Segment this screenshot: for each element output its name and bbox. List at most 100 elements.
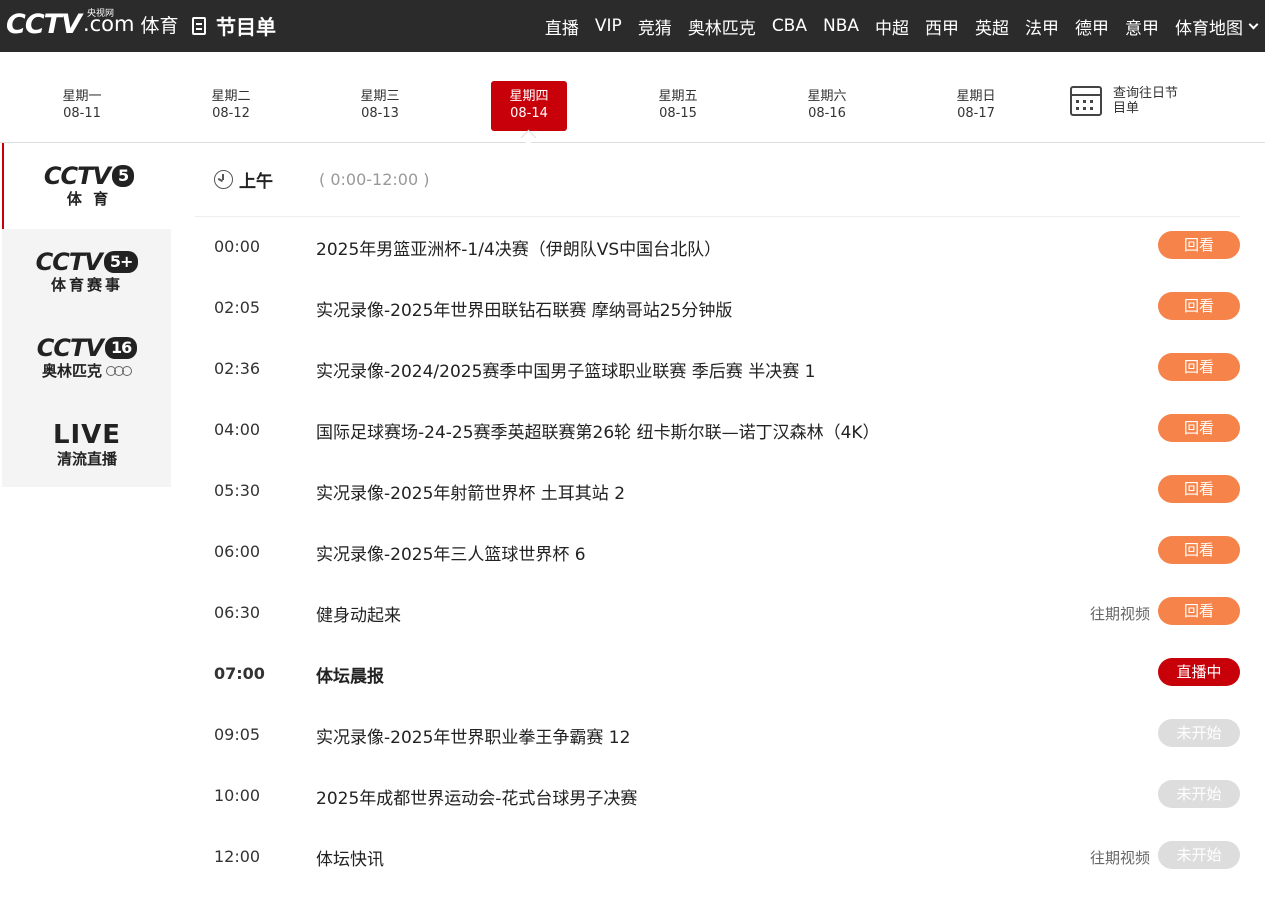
- schedule-label: 节目单: [216, 15, 276, 39]
- replay-button[interactable]: 回看: [1158, 231, 1240, 259]
- clock-icon: [214, 170, 233, 189]
- nav-item[interactable]: 法甲: [1025, 14, 1059, 39]
- nav-item[interactable]: NBA: [823, 16, 859, 36]
- channel-number: 16: [104, 337, 138, 359]
- past-videos-link[interactable]: 往期视频: [1090, 847, 1150, 868]
- program-title: 体坛快讯: [316, 850, 384, 870]
- not-started-badge: 未开始: [1158, 719, 1240, 747]
- program-time: 02:36: [214, 359, 261, 378]
- nav-item[interactable]: 竞猜: [638, 14, 672, 39]
- olympic-rings-icon: [106, 365, 132, 378]
- nav-item[interactable]: CBA: [772, 16, 807, 36]
- live-logo: LIVE 清流直播: [36, 421, 138, 471]
- program-list: 上午 ( 0:00-12:00 ) 00:00 2025年男篮亚洲杯-1/4决赛…: [195, 143, 1240, 888]
- nav-item[interactable]: 西甲: [925, 14, 959, 39]
- history-label: 查询往日节目单: [1113, 86, 1179, 116]
- logo-subtitle: 体育: [140, 14, 179, 37]
- history-schedule-link[interactable]: 查询往日节目单: [1070, 86, 1181, 116]
- program-title: 2025年成都世界运动会-花式台球男子决赛: [316, 789, 638, 809]
- date-tab[interactable]: 星期五 08-15: [640, 81, 716, 131]
- program-row-live: 07:00 体坛晨报 直播中: [195, 644, 1240, 705]
- program-time: 04:00: [214, 420, 261, 439]
- program-row: 06:00 实况录像-2025年三人篮球世界杯 6 回看: [195, 522, 1240, 583]
- program-time: 12:00: [214, 847, 261, 866]
- program-row: 09:05 实况录像-2025年世界职业拳王争霸赛 12 未开始: [195, 705, 1240, 766]
- date-value: 08-16: [808, 106, 846, 121]
- channel-brand: CCTV: [35, 248, 103, 276]
- date-weekday: 星期四: [509, 89, 549, 104]
- past-videos-link[interactable]: 往期视频: [1090, 603, 1150, 624]
- replay-button[interactable]: 回看: [1158, 475, 1240, 503]
- date-weekday: 星期一: [62, 89, 102, 104]
- main-nav: 直播 VIP 竞猜 奥林匹克 CBA NBA 中超 西甲 英超 法甲 德甲 意甲…: [537, 0, 1265, 52]
- program-row: 06:30 健身动起来 往期视频 回看: [195, 583, 1240, 644]
- channel-cctv16[interactable]: CCTV 16 奥林匹克: [2, 315, 171, 401]
- program-row: 05:30 实况录像-2025年射箭世界杯 土耳其站 2 回看: [195, 461, 1240, 522]
- program-title[interactable]: 体坛晨报: [316, 662, 384, 687]
- top-bar: CCTV .com 央视网 体育 节目单 直播 VIP 竞猜 奥林匹克 CBA …: [0, 0, 1265, 52]
- nav-item[interactable]: 中超: [875, 14, 909, 39]
- date-tab[interactable]: 星期一 08-11: [44, 81, 120, 131]
- date-value: 08-15: [659, 106, 697, 121]
- live-now-button[interactable]: 直播中: [1158, 658, 1240, 686]
- date-tab[interactable]: 星期六 08-16: [789, 81, 865, 131]
- calendar-icon: [1070, 86, 1102, 116]
- program-time: 10:00: [214, 786, 261, 805]
- channel-live[interactable]: LIVE 清流直播: [2, 401, 171, 487]
- channel-subtitle: 体 育: [66, 190, 112, 208]
- channel-sidebar: CCTV 5 体 育 CCTV 5+ 体育赛事 CCTV 16 奥林匹克 LIVE 清…: [2, 143, 171, 487]
- program-title[interactable]: 实况录像-2025年世界田联钻石联赛 摩纳哥站25分钟版: [316, 296, 732, 321]
- program-time: 07:00: [214, 664, 265, 683]
- program-title[interactable]: 健身动起来: [316, 601, 401, 626]
- program-time: 05:30: [214, 481, 261, 500]
- date-tab-active[interactable]: 星期四 08-14: [491, 81, 567, 131]
- document-icon: [192, 16, 206, 35]
- replay-button[interactable]: 回看: [1158, 597, 1240, 625]
- replay-button[interactable]: 回看: [1158, 353, 1240, 381]
- date-weekday: 星期五: [658, 89, 698, 104]
- cctv5-logo: CCTV 5 体 育: [38, 163, 140, 213]
- program-title[interactable]: 实况录像-2025年射箭世界杯 土耳其站 2: [316, 479, 625, 504]
- channel-cctv5[interactable]: CCTV 5 体 育: [2, 143, 171, 229]
- channel-cctv5-plus[interactable]: CCTV 5+ 体育赛事: [2, 229, 171, 315]
- nav-sports-map[interactable]: 体育地图: [1175, 14, 1259, 39]
- nav-item[interactable]: 意甲: [1125, 14, 1159, 39]
- cctv5-plus-logo: CCTV 5+ 体育赛事: [35, 248, 139, 299]
- date-weekday: 星期六: [807, 89, 847, 104]
- program-title[interactable]: 实况录像-2024/2025赛季中国男子篮球职业联赛 季后赛 半决赛 1: [316, 357, 815, 382]
- program-time: 06:00: [214, 542, 261, 561]
- nav-item[interactable]: 英超: [975, 14, 1009, 39]
- replay-button[interactable]: 回看: [1158, 414, 1240, 442]
- nav-item[interactable]: 直播: [545, 14, 579, 39]
- program-time: 02:05: [214, 298, 261, 317]
- period-label: 上午: [239, 172, 273, 192]
- period-range: ( 0:00-12:00 ): [319, 170, 430, 189]
- program-row: 00:00 2025年男篮亚洲杯-1/4决赛（伊朗队VS中国台北队） 回看: [195, 217, 1240, 278]
- date-weekday: 星期三: [360, 89, 400, 104]
- nav-item[interactable]: 德甲: [1075, 14, 1109, 39]
- channel-subtitle: 奥林匹克: [41, 362, 102, 380]
- program-title: 实况录像-2025年世界职业拳王争霸赛 12: [316, 728, 631, 748]
- program-row: 02:05 实况录像-2025年世界田联钻石联赛 摩纳哥站25分钟版 回看: [195, 278, 1240, 339]
- program-row: 02:36 实况录像-2024/2025赛季中国男子篮球职业联赛 季后赛 半决赛…: [195, 339, 1240, 400]
- nav-item[interactable]: 奥林匹克: [688, 14, 756, 39]
- date-tab[interactable]: 星期三 08-13: [342, 81, 418, 131]
- date-value: 08-12: [212, 106, 250, 121]
- nav-item[interactable]: VIP: [595, 16, 622, 36]
- program-title[interactable]: 国际足球赛场-24-25赛季英超联赛第26轮 纽卡斯尔联—诺丁汉森林（4K）: [316, 418, 880, 443]
- schedule-link[interactable]: 节目单: [192, 11, 276, 40]
- logo-small-text: 央视网: [87, 9, 115, 19]
- program-title[interactable]: 实况录像-2025年三人篮球世界杯 6: [316, 540, 586, 565]
- date-selector: 星期一 08-11 星期二 08-12 星期三 08-13 星期四 08-14 …: [0, 52, 1265, 143]
- program-row: 04:00 国际足球赛场-24-25赛季英超联赛第26轮 纽卡斯尔联—诺丁汉森林…: [195, 400, 1240, 461]
- channel-number: 5+: [103, 251, 139, 273]
- date-weekday: 星期日: [956, 89, 996, 104]
- date-tab[interactable]: 星期日 08-17: [938, 81, 1014, 131]
- date-value: 08-17: [957, 106, 995, 121]
- date-tab[interactable]: 星期二 08-12: [193, 81, 269, 131]
- cctv-sports-logo[interactable]: CCTV .com 央视网 体育: [6, 4, 179, 44]
- channel-number: 5: [112, 165, 135, 187]
- replay-button[interactable]: 回看: [1158, 536, 1240, 564]
- program-title[interactable]: 2025年男篮亚洲杯-1/4决赛（伊朗队VS中国台北队）: [316, 235, 721, 260]
- replay-button[interactable]: 回看: [1158, 292, 1240, 320]
